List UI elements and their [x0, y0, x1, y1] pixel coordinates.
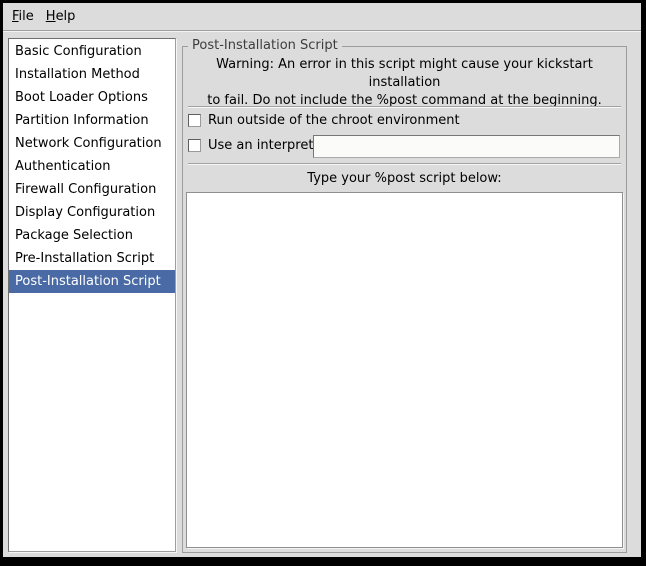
- sidebar-item-network-configuration[interactable]: Network Configuration: [9, 132, 175, 155]
- sidebar-item-display-configuration[interactable]: Display Configuration: [9, 201, 175, 224]
- post-installation-frame: Post-Installation Script Warning: An err…: [182, 46, 627, 553]
- script-below-label: Type your %post script below:: [183, 170, 626, 187]
- menu-item-file[interactable]: File: [6, 5, 40, 28]
- frame-title: Post-Installation Script: [188, 38, 342, 54]
- warning-line-1: Warning: An error in this script might c…: [183, 56, 626, 92]
- post-script-textarea[interactable]: [186, 192, 623, 548]
- sidebar-item-partition-information[interactable]: Partition Information: [9, 109, 175, 132]
- interpreter-input[interactable]: [313, 135, 620, 158]
- checkbox-use-interpreter[interactable]: Use an interpreter:: [183, 135, 626, 158]
- app-window: File Help Basic ConfigurationInstallatio…: [0, 0, 646, 566]
- sidebar-item-package-selection[interactable]: Package Selection: [9, 224, 175, 247]
- checkbox-run-outside-chroot[interactable]: Run outside of the chroot environment: [183, 110, 626, 133]
- sidebar-item-authentication[interactable]: Authentication: [9, 155, 175, 178]
- app-content: File Help Basic ConfigurationInstallatio…: [3, 3, 641, 557]
- sidebar-item-boot-loader-options[interactable]: Boot Loader Options: [9, 86, 175, 109]
- sidebar-item-post-installation-script[interactable]: Post-Installation Script: [9, 270, 175, 293]
- menubar: File Help: [3, 3, 641, 31]
- separator: [188, 106, 621, 108]
- menu-item-help[interactable]: Help: [40, 5, 82, 28]
- sidebar-item-basic-configuration[interactable]: Basic Configuration: [9, 40, 175, 63]
- separator: [188, 163, 621, 165]
- sidebar-list[interactable]: Basic ConfigurationInstallation MethodBo…: [8, 38, 176, 552]
- interpreter-checkbox-box[interactable]: [188, 139, 201, 152]
- chroot-checkbox-label[interactable]: Run outside of the chroot environment: [208, 110, 460, 132]
- sidebar-item-pre-installation-script[interactable]: Pre-Installation Script: [9, 247, 175, 270]
- warning-text: Warning: An error in this script might c…: [183, 56, 626, 110]
- sidebar-item-installation-method[interactable]: Installation Method: [9, 63, 175, 86]
- chroot-checkbox-box[interactable]: [188, 114, 201, 127]
- sidebar-item-firewall-configuration[interactable]: Firewall Configuration: [9, 178, 175, 201]
